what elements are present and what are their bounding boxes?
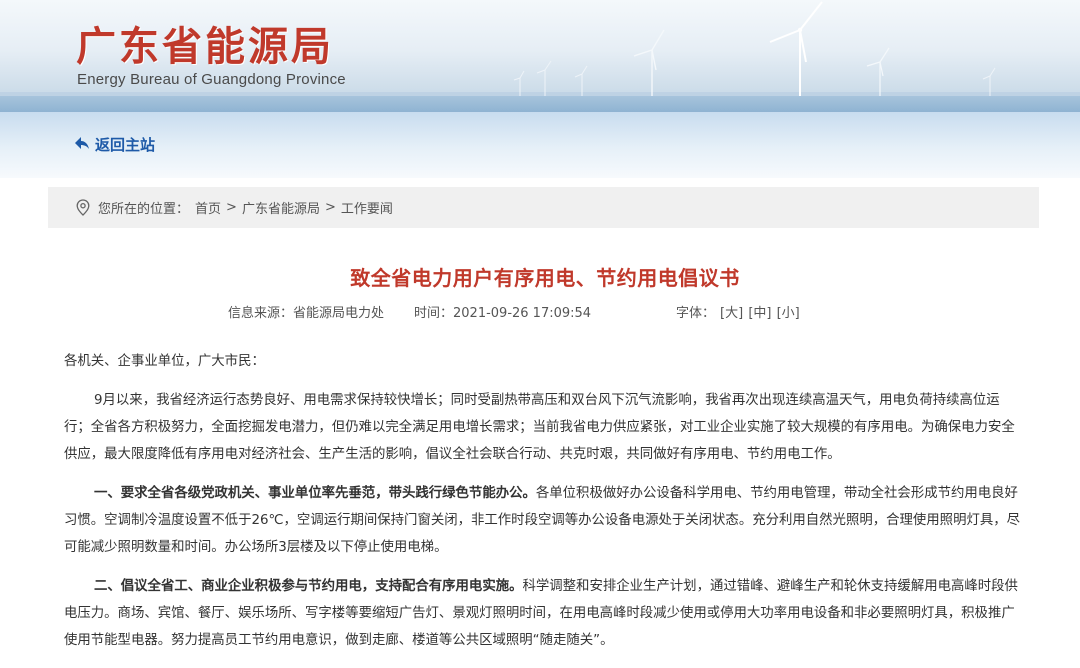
breadcrumb-prefix: 您所在的位置： <box>98 202 190 217</box>
font-size-medium[interactable]: [中] <box>748 306 771 321</box>
site-banner: 广东省能源局 Energy Bureau of Guangdong Provin… <box>0 0 1080 112</box>
breadcrumb-separator: > <box>324 200 336 215</box>
site-title: 广东省能源局 <box>76 23 334 70</box>
back-link-label: 返回主站 <box>95 135 156 154</box>
article-salutation: 各机关、企事业单位，广大市民： <box>64 354 265 369</box>
point-heading: 二、倡议全省工、商业企业积极参与节约用电，支持配合有序用电实施。 <box>94 579 523 594</box>
sea-strip <box>0 96 1080 112</box>
article-title: 致全省电力用户有序用电、节约用电倡议书 <box>350 266 740 290</box>
article-source: 信息来源：省能源局电力处 <box>228 306 385 321</box>
breadcrumb-separator: > <box>226 200 237 215</box>
font-size-switcher: 字体： [大] [中] [小] <box>676 302 800 321</box>
font-size-small[interactable]: [小] <box>777 306 800 321</box>
font-size-large[interactable]: [大] <box>720 306 743 321</box>
breadcrumb-work-news[interactable]: 工作要闻 <box>341 198 393 217</box>
back-arrow-icon <box>74 136 90 153</box>
article-paragraph: 一、要求全省各级党政机关、事业单位率先垂范，带头践行绿色节能办公。各单位积极做好… <box>64 480 1024 561</box>
site-subtitle: Energy Bureau of Guangdong Province <box>77 71 346 88</box>
back-to-main-site-link[interactable]: 返回主站 <box>74 132 155 156</box>
breadcrumb-energy-bureau[interactable]: 广东省能源局 <box>242 198 320 217</box>
location-pin-icon <box>76 199 90 216</box>
article-time: 时间：2021-09-26 17:09:54 <box>414 306 592 321</box>
point-heading: 一、要求全省各级党政机关、事业单位率先垂范，带头践行绿色节能办公。 <box>94 486 536 501</box>
article-body: 各机关、企事业单位，广大市民： 9月以来，我省经济运行态势良好、用电需求保持较快… <box>64 348 1024 666</box>
article-paragraph: 9月以来，我省经济运行态势良好、用电需求保持较快增长；同时受副热带高压和双台风下… <box>64 393 1015 462</box>
font-size-label: 字体： <box>676 306 716 321</box>
breadcrumb-home[interactable]: 首页 <box>195 198 221 217</box>
article-paragraph: 二、倡议全省工、商业企业积极参与节约用电，支持配合有序用电实施。科学调整和安排企… <box>64 573 1024 654</box>
breadcrumb: 您所在的位置： 首页 > 广东省能源局 > 工作要闻 <box>48 187 1039 228</box>
nav-bar: 返回主站 <box>0 112 1080 178</box>
